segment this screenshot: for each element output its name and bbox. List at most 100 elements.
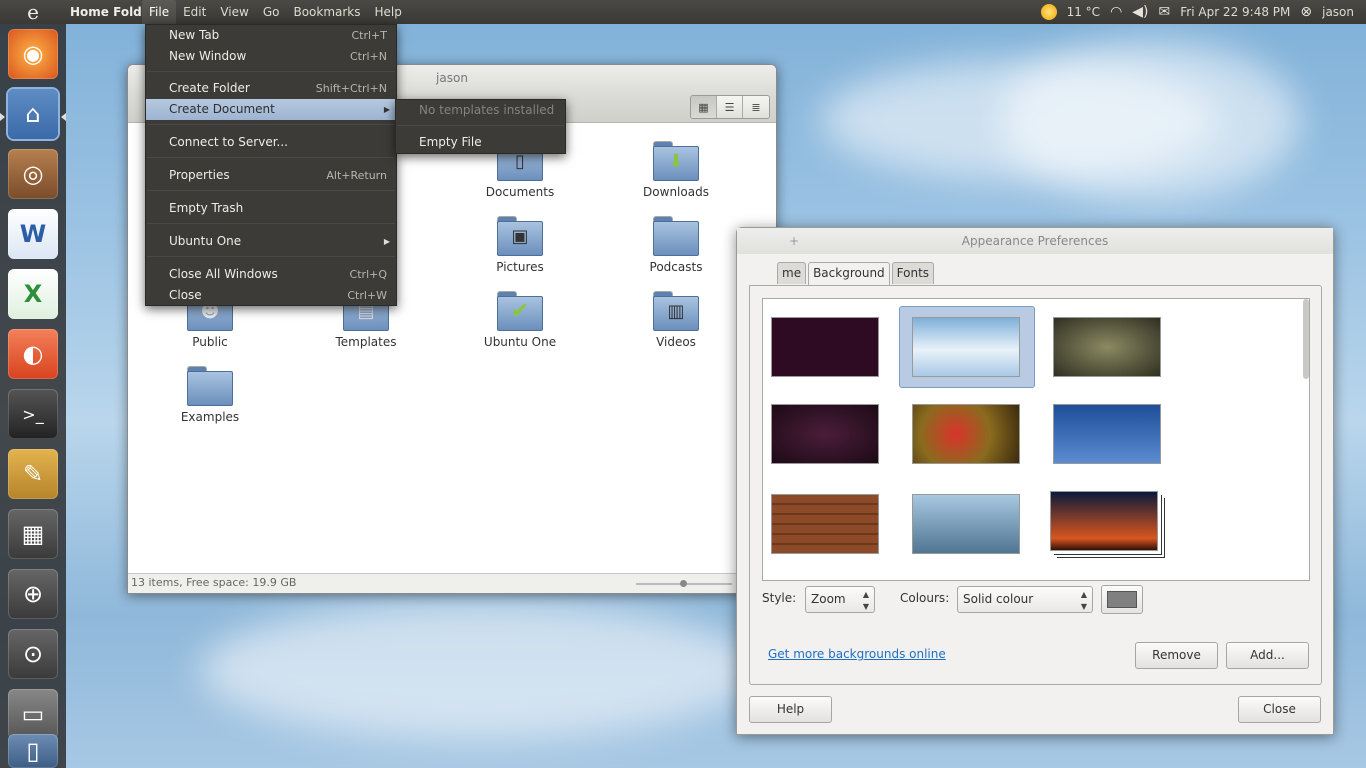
maximize-icon[interactable]: + [789, 228, 799, 254]
menu-create-folder[interactable]: Create Folder Shift+Ctrl+N [146, 78, 396, 99]
menu-separator [147, 71, 395, 72]
menu-separator [397, 125, 564, 126]
wallpaper-thumb[interactable] [1053, 404, 1161, 464]
close-button[interactable]: Close [1238, 696, 1321, 723]
folder-icon: ▣ [497, 216, 543, 256]
fm-window-title: jason [436, 71, 468, 85]
user-name[interactable]: jason [1322, 5, 1354, 19]
weather-sun-icon[interactable] [1040, 4, 1057, 20]
ubuntu-dash-icon[interactable]: e [0, 0, 66, 24]
wallpaper-scrollbar[interactable] [1303, 299, 1309, 379]
drawing-app-icon[interactable]: ✎ [8, 449, 58, 499]
fm-statusbar: 13 items, Free space: 19.9 GB [128, 573, 776, 593]
menu-help[interactable]: Help [368, 0, 409, 24]
file-search-icon[interactable]: ⊙ [8, 629, 58, 679]
style-combo[interactable]: Zoom ▲ ▼ [805, 586, 875, 613]
software-center-icon[interactable]: ◎ [8, 149, 58, 199]
wallpaper-thumb[interactable] [912, 317, 1020, 377]
folder-label: Ubuntu One [483, 335, 557, 349]
status-text: 13 items, Free space: 19.9 GB [131, 576, 297, 589]
folder-videos[interactable]: ▥ Videos [616, 291, 736, 349]
menu-item-label: Create Folder [169, 81, 250, 95]
add-button[interactable]: Add... [1226, 642, 1309, 669]
colour-picker-button[interactable] [1101, 585, 1143, 614]
folder-label: Documents [485, 185, 555, 199]
folder-podcasts[interactable]: Podcasts [616, 216, 736, 274]
tab-theme[interactable]: me [777, 262, 807, 284]
folder-examples[interactable]: Examples [150, 366, 270, 424]
trash-icon[interactable]: ▯ [8, 734, 58, 768]
home-folder-icon[interactable]: ⌂ [8, 89, 58, 139]
menu-go[interactable]: Go [256, 0, 287, 24]
weather-temperature[interactable]: 11 °C [1067, 5, 1100, 19]
zoom-slider-knob[interactable] [680, 580, 687, 587]
folder-label: Pictures [496, 260, 544, 274]
menu-properties[interactable]: Properties Alt+Return [146, 165, 396, 186]
workspace-switcher-icon[interactable]: ▦ [8, 509, 58, 559]
dash-search-icon[interactable]: ⊕ [8, 569, 58, 619]
wallpaper-thumb[interactable] [771, 404, 879, 464]
menu-separator [147, 124, 395, 125]
menu-new-tab[interactable]: New Tab Ctrl+T [146, 25, 396, 46]
help-button[interactable]: Help [749, 696, 832, 723]
volume-icon[interactable]: ◀) [1132, 4, 1148, 20]
folder-downloads[interactable]: ⬇ Downloads [616, 141, 736, 199]
list-view-button[interactable]: ☰ [717, 96, 743, 118]
photo-icon: ▣ [511, 226, 529, 247]
menu-view[interactable]: View [213, 0, 255, 24]
folder-pictures[interactable]: ▣ Pictures [460, 216, 580, 274]
menu-item-accel: Ctrl+W [347, 289, 387, 302]
word-icon[interactable]: W [8, 209, 58, 259]
menu-item-accel: Ctrl+N [349, 50, 387, 63]
wallpaper-thumb[interactable] [912, 404, 1020, 464]
firefox-icon[interactable]: ◉ [8, 29, 58, 79]
menu-item-accel: Ctrl+T [351, 29, 387, 42]
mail-icon[interactable]: ✉ [1159, 4, 1171, 20]
create-document-submenu: No templates installed Empty File [395, 99, 566, 154]
view-mode-group: ▦ ☰ ≣ [690, 95, 770, 119]
folder-icon [187, 366, 233, 406]
menu-create-document[interactable]: Create Document ▶ [146, 99, 396, 120]
drive-icon[interactable]: ▭ [8, 689, 58, 739]
more-backgrounds-link[interactable]: Get more backgrounds online [768, 647, 946, 661]
colours-value: Solid colour [963, 592, 1034, 606]
wallpaper-thumb[interactable] [912, 494, 1020, 554]
menu-connect-server[interactable]: Connect to Server... [146, 132, 396, 153]
colours-combo[interactable]: Solid colour ▲ ▼ [957, 586, 1093, 613]
submenu-empty-file[interactable]: Empty File [396, 132, 565, 153]
terminal-icon[interactable]: >_ [8, 389, 58, 439]
clock[interactable]: Fri Apr 22 9:48 PM [1180, 5, 1290, 19]
menu-new-window[interactable]: New Window Ctrl+N [146, 46, 396, 67]
wallpaper-thumb[interactable] [771, 494, 879, 554]
powerpoint-icon[interactable]: ◐ [8, 329, 58, 379]
ap-titlebar[interactable]: + Appearance Preferences [737, 228, 1333, 254]
menu-file[interactable]: File [142, 0, 177, 24]
folder-ubuntu-one[interactable]: ✔ Ubuntu One [460, 291, 580, 349]
menu-close-all[interactable]: Close All Windows Ctrl+Q [146, 264, 396, 285]
zoom-slider[interactable] [636, 580, 732, 587]
excel-icon[interactable]: X [8, 269, 58, 319]
menu-item-accel: Alt+Return [326, 169, 387, 182]
folder-label: Examples [180, 410, 240, 424]
icon-view-button[interactable]: ▦ [691, 96, 717, 118]
tab-background[interactable]: Background [808, 262, 890, 286]
menu-separator [147, 223, 395, 224]
compact-view-button[interactable]: ≣ [743, 96, 769, 118]
wallpaper-thumb[interactable] [771, 317, 879, 377]
tab-fonts[interactable]: Fonts [891, 262, 935, 284]
wifi-icon[interactable]: ◠ [1110, 4, 1122, 20]
menu-empty-trash[interactable]: Empty Trash [146, 198, 396, 219]
menu-close[interactable]: Close Ctrl+W [146, 285, 396, 306]
menu-ubuntu-one[interactable]: Ubuntu One ▶ [146, 231, 396, 252]
background-panel: Style: Zoom ▲ ▼ Colours: Solid colour ▲ ▼ … [749, 285, 1322, 685]
menu-edit[interactable]: Edit [176, 0, 213, 24]
wallpaper-thumb[interactable] [1053, 317, 1161, 377]
menu-bookmarks[interactable]: Bookmarks [286, 0, 367, 24]
menu-separator [147, 190, 395, 191]
wallpaper-cloud [1000, 40, 1300, 200]
folder-label: Podcasts [649, 260, 703, 274]
remove-button[interactable]: Remove [1135, 642, 1218, 669]
wallpaper-slideshow-thumb[interactable] [1050, 491, 1158, 551]
session-icon[interactable]: ⊗ [1300, 4, 1312, 20]
launcher-active-pip [61, 113, 66, 121]
